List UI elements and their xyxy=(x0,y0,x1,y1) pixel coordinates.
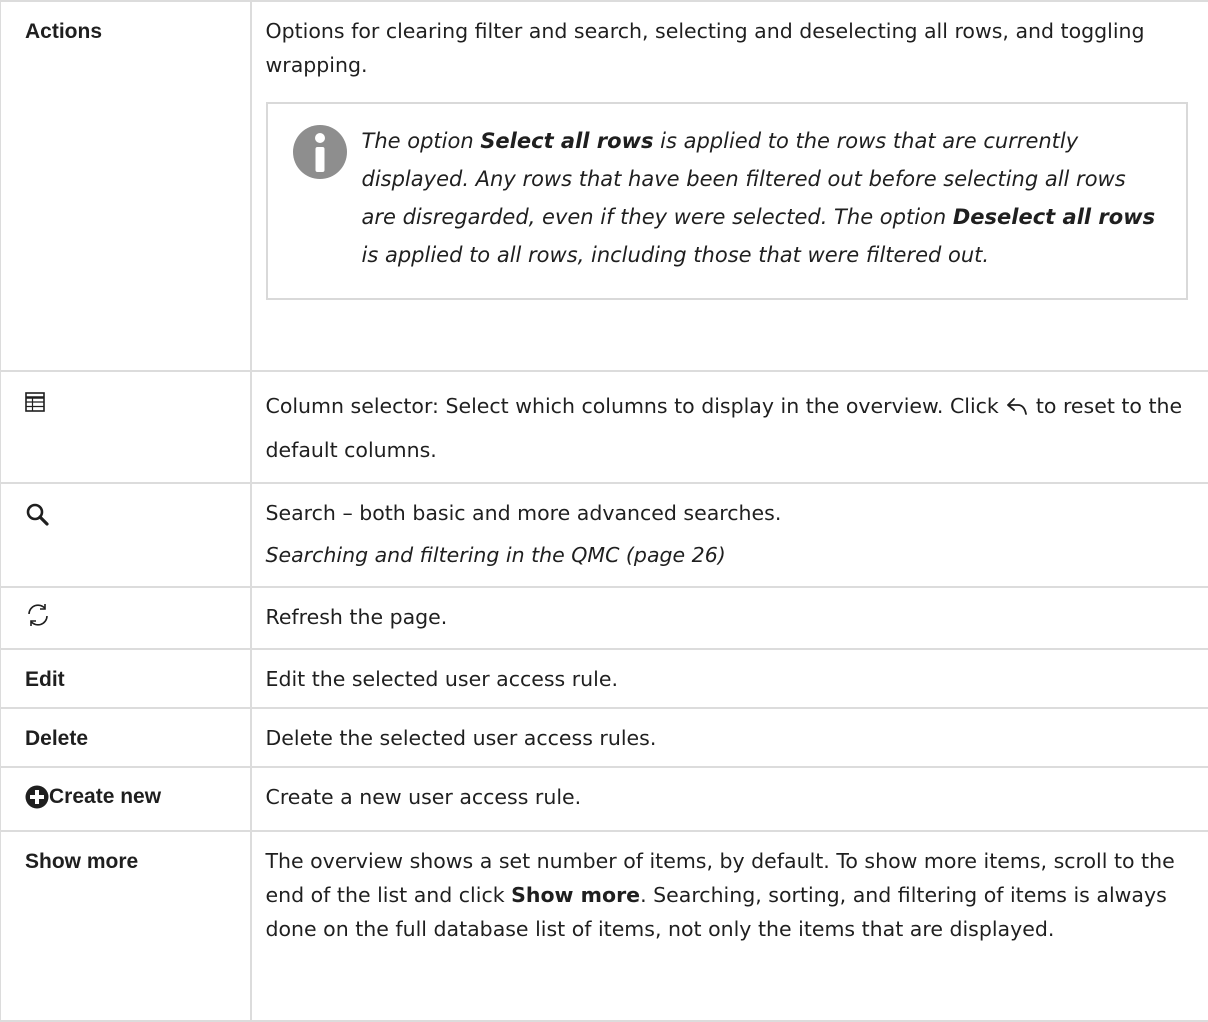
delete-label: Delete xyxy=(25,727,88,750)
create-new-label: Create new xyxy=(49,780,161,814)
row-label-cell xyxy=(1,587,251,649)
row-description-cell: Column selector: Select which columns to… xyxy=(251,371,1208,483)
search-cross-reference-link[interactable]: Searching and filtering in the QMC (page… xyxy=(266,538,1199,572)
row-label-cell: Actions xyxy=(1,1,251,371)
plus-circle-icon xyxy=(25,785,49,809)
table-row: Column selector: Select which columns to… xyxy=(1,371,1208,483)
row-description-cell: Options for clearing filter and search, … xyxy=(251,1,1208,371)
table-row: Search – both basic and more advanced se… xyxy=(1,483,1208,587)
column-selector-description: Column selector: Select which columns to… xyxy=(266,384,1199,472)
note-text-part: is applied to all rows, including those … xyxy=(362,243,990,267)
info-icon xyxy=(292,124,348,180)
row-label-cell: Edit xyxy=(1,649,251,708)
create-new-description: Create a new user access rule. xyxy=(266,780,1199,814)
table-icon xyxy=(25,392,45,412)
row-description-cell: Edit the selected user access rule. xyxy=(251,649,1208,708)
row-label-cell xyxy=(1,483,251,587)
row-label-cell xyxy=(1,371,251,483)
note-text-part: The option xyxy=(362,129,481,153)
table-row: Actions Options for clearing filter and … xyxy=(1,1,1208,371)
info-note-text: The option Select all rows is applied to… xyxy=(362,122,1167,274)
row-description-cell: Create a new user access rule. xyxy=(251,767,1208,831)
table-row: Create new Create a new user access rule… xyxy=(1,767,1208,831)
table-row: Show more The overview shows a set numbe… xyxy=(1,831,1208,1021)
refresh-icon xyxy=(25,602,51,628)
row-description-cell: Search – both basic and more advanced se… xyxy=(251,483,1208,587)
edit-label: Edit xyxy=(25,668,65,691)
show-more-label: Show more xyxy=(25,850,138,873)
actions-label: Actions xyxy=(25,20,102,43)
row-description-cell: Delete the selected user access rules. xyxy=(251,708,1208,767)
table-row: Edit Edit the selected user access rule. xyxy=(1,649,1208,708)
actions-table: Actions Options for clearing filter and … xyxy=(0,0,1208,1022)
show-more-description: The overview shows a set number of items… xyxy=(266,844,1199,946)
search-description: Search – both basic and more advanced se… xyxy=(266,496,1199,530)
row-label-cell: Show more xyxy=(1,831,251,1021)
description-text-part: Column selector: Select which columns to… xyxy=(266,394,1006,418)
create-new-label-group: Create new xyxy=(25,780,161,814)
select-all-rows-term: Select all rows xyxy=(480,129,653,153)
table-row: Delete Delete the selected user access r… xyxy=(1,708,1208,767)
deselect-all-rows-term: Deselect all rows xyxy=(953,205,1155,229)
edit-description: Edit the selected user access rule. xyxy=(266,662,1199,696)
row-description-cell: Refresh the page. xyxy=(251,587,1208,649)
row-description-cell: The overview shows a set number of items… xyxy=(251,831,1208,1021)
show-more-term: Show more xyxy=(511,883,640,907)
table-row: Refresh the page. xyxy=(1,587,1208,649)
row-label-cell: Delete xyxy=(1,708,251,767)
actions-description: Options for clearing filter and search, … xyxy=(266,14,1199,82)
row-label-cell: Create new xyxy=(1,767,251,831)
refresh-description: Refresh the page. xyxy=(266,600,1199,634)
info-note: The option Select all rows is applied to… xyxy=(266,102,1189,300)
search-icon xyxy=(25,502,49,526)
undo-arrow-icon xyxy=(1005,397,1029,417)
delete-description: Delete the selected user access rules. xyxy=(266,721,1199,755)
